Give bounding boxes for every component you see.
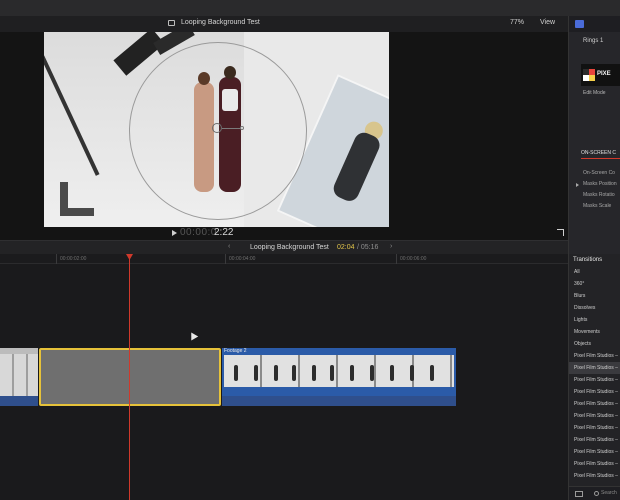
audio-bar[interactable] — [222, 396, 456, 406]
audio-bar[interactable] — [0, 396, 38, 406]
transition-item[interactable]: Pixel Film Studios – — [569, 350, 620, 362]
clip-label: Footage 2 — [224, 348, 247, 354]
timeline-ruler[interactable]: 00:00:02:00 00:00:04:00 00:00:06:00 — [0, 254, 568, 264]
ruler-mark — [396, 254, 397, 264]
clip-filmstrip — [224, 355, 454, 387]
inspector-row[interactable]: Masks Scale — [583, 203, 611, 209]
pixel-film-studios-logo: PIXE — [581, 64, 620, 86]
timeline-header: ‹ Looping Background Test 02:04 / 05:16 … — [0, 240, 568, 254]
inspector-panel: Rings 1 PIXE Edit Mode ON-SCREEN C On-Sc… — [568, 16, 620, 254]
transition-item[interactable]: Pixel Film Studios – — [569, 434, 620, 446]
transitions-header: Transitions — [573, 257, 603, 263]
transition-item-selected[interactable]: Pixel Film Studios – — [569, 362, 620, 374]
viewer-title: Looping Background Test — [181, 19, 260, 26]
fullscreen-icon[interactable] — [557, 229, 564, 236]
watermark-l-logo — [60, 182, 94, 216]
transition-item[interactable]: Pixel Film Studios – — [569, 446, 620, 458]
ruler-tick: 00:00:06:00 — [400, 256, 427, 262]
playhead[interactable] — [129, 254, 130, 500]
current-time: 02:04 — [337, 244, 355, 251]
on-screen-controls-section[interactable]: ON-SCREEN C — [581, 150, 616, 156]
project-title-menu[interactable]: Looping Background Test — [250, 244, 329, 251]
timecode-leading: 00:00:0 — [180, 227, 217, 238]
search-icon — [594, 491, 599, 496]
category-item[interactable]: Lights — [569, 314, 620, 326]
ruler-mark — [225, 254, 226, 264]
ring-center-handle[interactable] — [212, 123, 222, 133]
search-input[interactable]: Search — [601, 490, 617, 496]
transition-item[interactable]: Pixel Film Studios – — [569, 470, 620, 482]
inspector-toolbar — [569, 16, 620, 32]
history-back-icon[interactable]: ‹ — [228, 243, 230, 250]
disclosure-triangle-icon[interactable] — [576, 183, 579, 187]
history-forward-icon[interactable]: › — [390, 243, 392, 250]
category-item[interactable]: Blurs — [569, 290, 620, 302]
inspector-title: Rings 1 — [583, 38, 604, 44]
project-duration: / 05:16 — [357, 244, 379, 251]
category-item[interactable]: Movements — [569, 326, 620, 338]
transition-item[interactable]: Pixel Film Studios – — [569, 458, 620, 470]
category-item[interactable]: Dissolves — [569, 302, 620, 314]
timeline[interactable]: Footage 2 — [0, 264, 568, 500]
edit-mode-label: Edit Mode — [583, 90, 606, 96]
inspector-row[interactable]: Masks Position — [583, 181, 617, 187]
ruler-mark — [56, 254, 57, 264]
grid-view-icon[interactable] — [575, 491, 583, 497]
video-frame[interactable] — [44, 32, 389, 227]
inspector-row[interactable]: On-Screen Co — [583, 170, 615, 176]
transitions-footer: Search — [569, 486, 620, 500]
transition-item[interactable]: Pixel Film Studios – — [569, 422, 620, 434]
ruler-tick: 00:00:02:00 — [60, 256, 87, 262]
transition-item[interactable]: Pixel Film Studios – — [569, 398, 620, 410]
play-icon[interactable] — [172, 230, 177, 236]
inspector-row[interactable]: Masks Rotatio — [583, 192, 615, 198]
category-item[interactable]: All — [569, 266, 620, 278]
transition-item[interactable]: Pixel Film Studios – — [569, 374, 620, 386]
viewer[interactable] — [0, 32, 568, 240]
film-icon — [168, 19, 175, 26]
view-menu[interactable]: View — [540, 19, 555, 26]
zoom-menu[interactable]: 77% — [510, 19, 524, 26]
viewer-title-group: Looping Background Test — [168, 19, 260, 26]
app-top-strip — [0, 0, 620, 16]
ruler-tick: 00:00:04:00 — [229, 256, 256, 262]
transitions-browser: Transitions All 360° Blurs Dissolves Lig… — [568, 254, 620, 500]
viewer-controls: 00:00:0 2:22 — [0, 227, 568, 240]
generator-icon[interactable] — [575, 20, 584, 28]
logo-mark-icon — [583, 69, 595, 81]
ring-radius-handle[interactable] — [240, 126, 244, 130]
category-item[interactable]: Objects — [569, 338, 620, 350]
category-item[interactable]: 360° — [569, 278, 620, 290]
viewer-header: Looping Background Test 77% View — [0, 16, 568, 32]
selected-transition[interactable] — [39, 348, 221, 406]
logo-text: PIXE — [597, 71, 611, 77]
section-underline — [581, 158, 620, 159]
transition-item[interactable]: Pixel Film Studios – — [569, 386, 620, 398]
ring-radius-line — [222, 128, 242, 129]
transition-item[interactable]: Pixel Film Studios – — [569, 410, 620, 422]
timecode[interactable]: 2:22 — [214, 227, 233, 238]
